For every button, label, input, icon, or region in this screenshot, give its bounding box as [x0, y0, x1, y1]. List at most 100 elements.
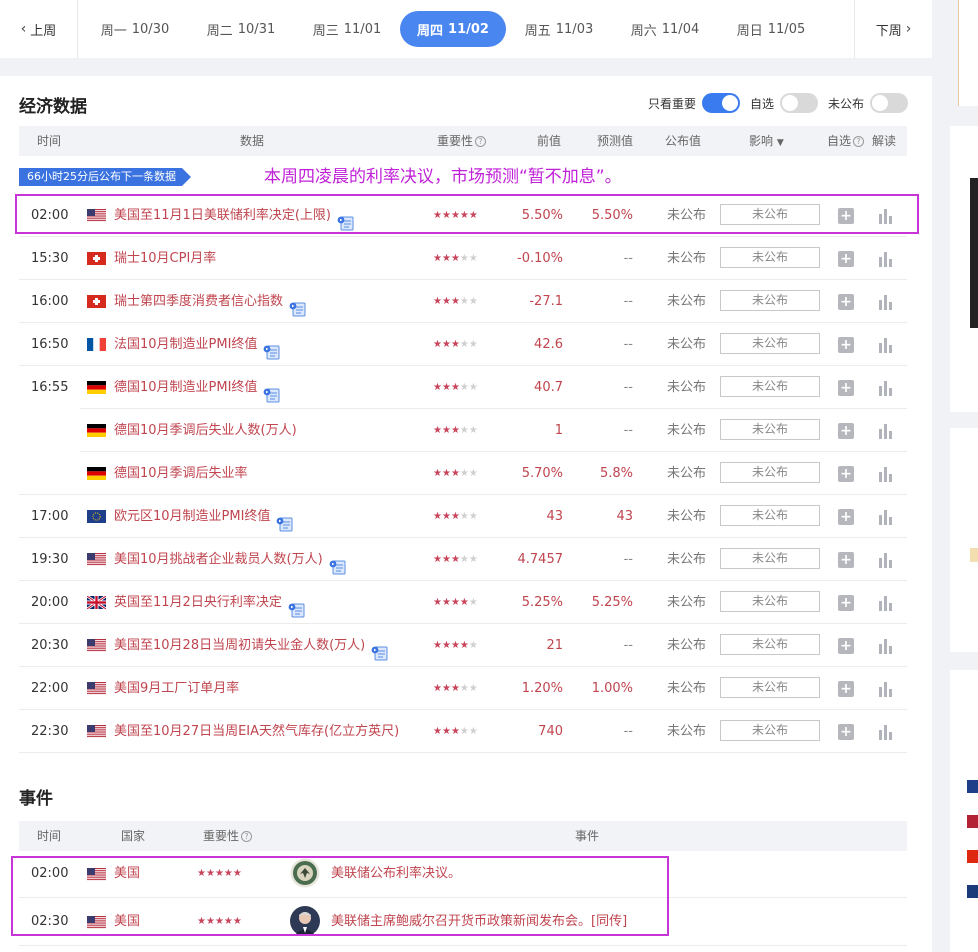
table-row[interactable]: 20:30 美国至10月28日当周初请失业金人数(万人) ★★★★★ 21 -- 未公布未…	[19, 624, 907, 667]
add-watch-button[interactable]: +	[838, 509, 854, 525]
toggle-switch[interactable]	[779, 93, 818, 113]
add-watch-button[interactable]: +	[838, 423, 854, 439]
indicator-link[interactable]: 法国10月制造业PMI终值	[114, 323, 280, 366]
toggle-switch[interactable]	[701, 93, 740, 113]
indicator-link[interactable]: 德国10月季调后失业率	[114, 452, 248, 495]
bar-chart-icon[interactable]	[878, 551, 893, 568]
flag-icon	[87, 295, 106, 308]
table-row[interactable]: 22:00 美国9月工厂订单月率 ★★★★★ 1.20% 1.00% 未公布 未公布 +	[19, 667, 907, 710]
star-filled-icon: ★	[450, 726, 460, 737]
indicator-link[interactable]: 美国10月挑战者企业裁员人数(万人)	[114, 538, 346, 581]
day-date: 11/05	[767, 21, 806, 37]
indicator-link[interactable]: 瑞士第四季度消费者信心指数	[114, 280, 306, 323]
indicator-link[interactable]: 美国至10月27日当周EIA天然气库存(亿立方英尺)	[114, 710, 399, 753]
indicator-link[interactable]: 美国9月工厂订单月率	[114, 667, 239, 710]
document-icon[interactable]	[329, 550, 346, 575]
right-card-1-title	[964, 144, 978, 164]
forecast-value: --	[623, 251, 633, 266]
document-icon[interactable]	[263, 378, 280, 403]
bar-chart-icon[interactable]	[878, 250, 893, 267]
actual-value: 未公布	[667, 337, 707, 352]
indicator-name: 美国至10月27日当周EIA天然气库存(亿立方英尺)	[114, 724, 400, 739]
star-empty-icon: ★	[459, 425, 469, 436]
caret-down-icon: ▼	[776, 138, 784, 148]
add-watch-button[interactable]: +	[838, 638, 854, 654]
indicator-link[interactable]: 德国10月季调后失业人数(万人)	[114, 409, 297, 452]
add-watch-button[interactable]: +	[838, 466, 854, 482]
day-tab[interactable]: 周日 11/05	[718, 11, 824, 47]
prev-week-button[interactable]: ‹ 上周	[0, 0, 78, 58]
day-tab[interactable]: 周三 11/01	[294, 11, 400, 47]
filter-toggle[interactable]: 自选	[750, 93, 818, 113]
table-row[interactable]: 17:00 欧元区10月制造业PMI终值 ★★★★★ 43 43 未公布 未公布 +	[19, 495, 907, 538]
countdown-banner: 66小时25分后公布下一条数据	[19, 168, 191, 186]
star-filled-icon: ★	[441, 640, 451, 651]
col-watch: 自选?	[827, 126, 865, 156]
table-row[interactable]: 德国10月季调后失业人数(万人) ★★★★★ 1 -- 未公布 未公布 +	[19, 409, 907, 452]
col-impact[interactable]: 影响 ▼	[749, 126, 784, 156]
add-watch-button[interactable]: +	[838, 294, 854, 310]
flag-icon	[967, 815, 978, 828]
bar-chart-icon[interactable]	[878, 680, 893, 697]
bar-chart-icon[interactable]	[878, 594, 893, 611]
bar-chart-icon[interactable]	[878, 637, 893, 654]
indicator-link[interactable]: 英国至11月2日央行利率决定	[114, 581, 305, 624]
bar-chart-icon[interactable]	[878, 293, 893, 310]
day-tab[interactable]: 周六 11/04	[612, 11, 718, 47]
document-icon[interactable]	[371, 636, 388, 661]
forecast-value: --	[623, 294, 633, 309]
table-row[interactable]: 19:30 美国10月挑战者企业裁员人数(万人) ★★★★★ 4.7457 -- 未公布未…	[19, 538, 907, 581]
forecast-value: --	[623, 337, 633, 352]
table-row[interactable]: 22:30 美国至10月27日当周EIA天然气库存(亿立方英尺) ★★★★★ 740-…	[19, 710, 907, 753]
actual-value: 未公布	[667, 423, 707, 438]
flag-icon	[967, 850, 978, 863]
bar-chart-icon[interactable]	[878, 379, 893, 396]
day-tab[interactable]: 周四 11/02	[400, 11, 506, 47]
add-watch-button[interactable]: +	[838, 251, 854, 267]
day-tab[interactable]: 周五 11/03	[506, 11, 612, 47]
bar-chart-icon[interactable]	[878, 336, 893, 353]
table-row[interactable]: 德国10月季调后失业率 ★★★★★ 5.70% 5.8% 未公布 未公布 +	[19, 452, 907, 495]
table-row[interactable]: 16:55 德国10月制造业PMI终值 ★★★★★ 40.7 -- 未公布 未公布 +	[19, 366, 907, 409]
add-watch-button[interactable]: +	[838, 595, 854, 611]
bar-chart-icon[interactable]	[878, 422, 893, 439]
toggle-switch[interactable]	[870, 93, 908, 113]
indicator-link[interactable]: 美国至10月28日当周初请失业金人数(万人)	[114, 624, 388, 667]
filter-toggle[interactable]: 未公布	[828, 93, 908, 113]
table-row[interactable]: 16:50 法国10月制造业PMI终值 ★★★★★ 42.6 -- 未公布 未公布 +	[19, 323, 907, 366]
bar-chart-icon[interactable]	[878, 508, 893, 525]
document-icon[interactable]	[276, 507, 293, 532]
bar-chart-icon[interactable]	[878, 723, 893, 740]
document-icon[interactable]	[263, 335, 280, 360]
add-watch-button[interactable]: +	[838, 337, 854, 353]
day-tab[interactable]: 周二 10/31	[188, 11, 294, 47]
impact-box: 未公布	[720, 247, 820, 268]
indicator-link[interactable]: 德国10月制造业PMI终值	[114, 366, 280, 409]
flag-icon	[87, 639, 106, 652]
bar-chart-icon[interactable]	[878, 465, 893, 482]
help-icon[interactable]: ?	[853, 136, 865, 147]
flag-icon	[87, 252, 106, 265]
help-icon[interactable]: ?	[475, 136, 487, 147]
help-icon[interactable]: ?	[241, 831, 253, 842]
day-tabs: 周一 10/30 周二 10/31 周三 11/01 周四 11/02 周五 11/03 周六 11/…	[78, 11, 824, 47]
filter-toggle[interactable]: 只看重要	[648, 93, 740, 113]
row-time: 20:00	[31, 595, 69, 610]
add-watch-button[interactable]: +	[838, 380, 854, 396]
day-tab[interactable]: 周一 10/30	[82, 11, 188, 47]
table-row[interactable]: 20:00 英国至11月2日央行利率决定 ★★★★★ 5.25% 5.25% 未公布 未公布…	[19, 581, 907, 624]
add-watch-button[interactable]: +	[838, 552, 854, 568]
document-icon[interactable]	[289, 292, 306, 317]
table-row[interactable]: 16:00 瑞士第四季度消费者信心指数 ★★★★★ -27.1 -- 未公布 未公布 +	[19, 280, 907, 323]
next-week-button[interactable]: 下周 ›	[854, 0, 932, 58]
document-icon[interactable]	[288, 593, 305, 618]
row-time: 16:50	[31, 337, 69, 352]
add-watch-button[interactable]: +	[838, 724, 854, 740]
countdown-text: 66小时25分后公布下一条数据	[19, 168, 182, 186]
row-time: 20:30	[31, 638, 69, 653]
add-watch-button[interactable]: +	[838, 681, 854, 697]
indicator-link[interactable]: 瑞士10月CPI月率	[114, 237, 216, 280]
table-row[interactable]: 15:30 瑞士10月CPI月率 ★★★★★ -0.10% -- 未公布 未公布 +	[19, 237, 907, 280]
indicator-link[interactable]: 欧元区10月制造业PMI终值	[114, 495, 293, 538]
star-empty-icon: ★	[468, 382, 478, 393]
